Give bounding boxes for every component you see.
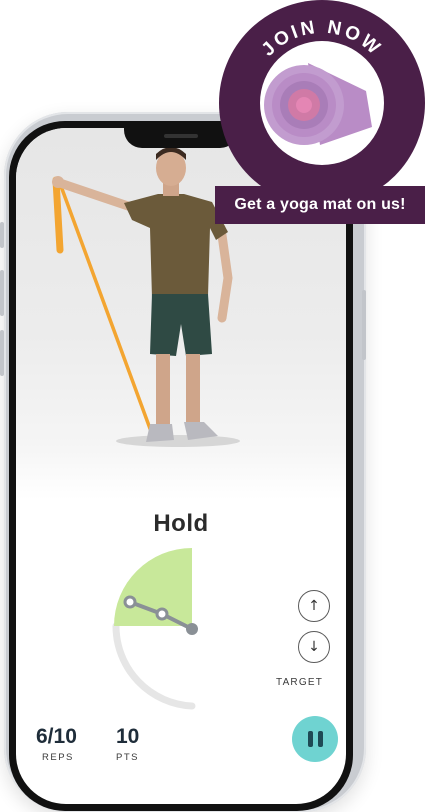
hand-joint-dot bbox=[123, 595, 137, 609]
elbow-joint-dot bbox=[155, 607, 169, 621]
pause-button[interactable] bbox=[292, 716, 338, 762]
target-down-button[interactable]: ↓ bbox=[298, 631, 330, 663]
yoga-mat-icon bbox=[264, 63, 372, 145]
phone-volume-up bbox=[0, 270, 4, 316]
shoulder-joint-dot bbox=[186, 623, 198, 635]
points-label: PTS bbox=[116, 752, 139, 763]
range-of-motion-gauge bbox=[112, 548, 198, 710]
phone-side-button bbox=[0, 222, 4, 248]
target-up-button[interactable]: ↑ bbox=[298, 590, 330, 622]
yoga-mat-image bbox=[260, 41, 384, 165]
target-zone bbox=[114, 548, 192, 626]
arrow-down-icon: ↓ bbox=[308, 639, 320, 655]
phone-volume-down bbox=[0, 330, 4, 376]
reps-value: 6/10 bbox=[36, 725, 77, 748]
points-value: 10 bbox=[116, 725, 140, 748]
reps-label: REPS bbox=[42, 752, 74, 763]
arrow-up-icon: ↑ bbox=[308, 598, 320, 614]
target-label: TARGET bbox=[276, 677, 324, 688]
promo-ribbon[interactable]: Get a yoga mat on us! bbox=[215, 186, 425, 224]
join-now-promo[interactable]: JOIN NOW Get a yoga mat on us! bbox=[215, 0, 425, 250]
phone-power-button bbox=[362, 290, 366, 360]
phase-label: Hold bbox=[153, 510, 209, 537]
pause-icon bbox=[307, 731, 313, 747]
